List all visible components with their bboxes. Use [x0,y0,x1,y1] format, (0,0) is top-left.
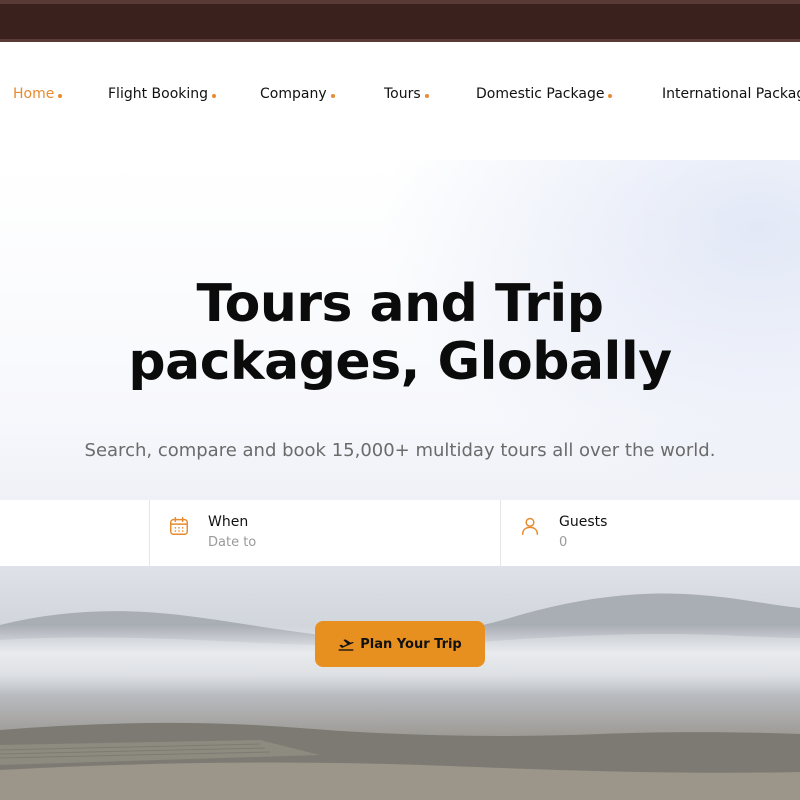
main-nav: Home Flight Booking Company Tours Domest… [0,42,800,160]
plane-departure-icon [338,639,354,651]
guests-value: 0 [559,535,568,550]
landscape-image [0,565,800,800]
nav-dot [330,94,335,98]
guests-field[interactable]: Guests 0 [500,500,800,566]
when-value: Date to [208,535,257,550]
nav-item-tours[interactable]: Tours [384,86,429,102]
plan-your-trip-button[interactable]: Plan Your Trip [315,621,485,667]
hero-title: Tours and Trip packages, Globally [0,275,800,391]
top-bar [0,0,800,42]
calendar-icon [170,517,188,535]
user-icon [521,517,539,535]
nav-item-international-package[interactable]: International Package [662,86,800,102]
fields-graphic [0,722,800,800]
when-label: When [208,514,249,530]
nav-item-label: Flight Booking [108,86,209,102]
nav-item-domestic-package[interactable]: Domestic Package [476,86,613,102]
search-bar: When Date to Guests 0 [0,500,800,566]
nav-item-label: Company [260,86,327,102]
nav-dot [424,94,429,98]
nav-item-label: Home [13,86,55,102]
guests-label: Guests [559,514,608,530]
plan-your-trip-label: Plan Your Trip [360,636,462,652]
hero-title-line1: Tours and Trip [196,274,604,334]
nav-item-home[interactable]: Home [13,86,63,102]
nav-dot [58,94,63,98]
hero-title-line2: packages, Globally [128,332,672,392]
when-field[interactable]: When Date to [149,500,500,566]
nav-item-label: International Package [662,86,800,102]
hero-subtitle: Search, compare and book 15,000+ multida… [84,440,716,461]
nav-dot [212,94,217,98]
hero-section: Tours and Trip packages, Globally Search… [0,160,800,800]
nav-dot [608,94,613,98]
nav-item-flight-booking[interactable]: Flight Booking [108,86,217,102]
nav-item-label: Domestic Package [476,86,605,102]
nav-item-company[interactable]: Company [260,86,335,102]
nav-item-label: Tours [384,86,421,102]
